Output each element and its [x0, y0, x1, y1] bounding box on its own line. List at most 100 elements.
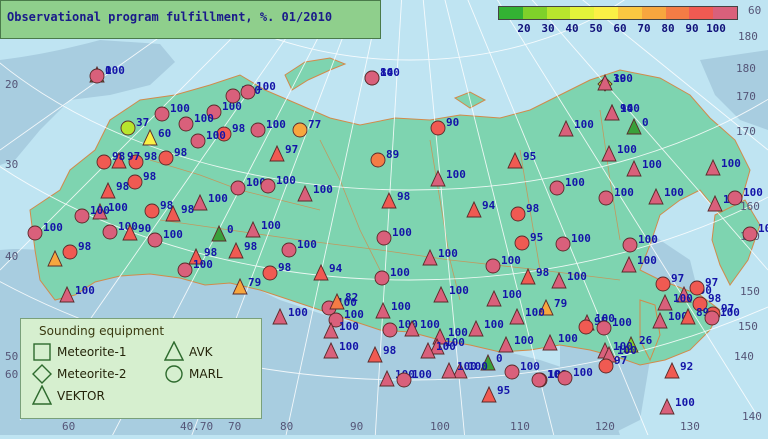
grid-label-lon4070: 40.70 [180, 420, 213, 433]
station-value-label: 100 [758, 222, 768, 235]
station-value-label: 97 [285, 143, 298, 156]
station-value-label: 100 [675, 396, 695, 409]
station-value-label: 82 [345, 291, 358, 304]
legend-item-meteorite-2: Meteorite-2 [57, 367, 127, 381]
station-value-label: 77 [308, 118, 321, 131]
station-value-label: 98 [174, 146, 187, 159]
triangle-icon [164, 341, 184, 361]
color-scale: 20 30 40 50 60 70 80 90 100 [498, 6, 738, 38]
color-scale-swatch [570, 7, 595, 19]
station-value-label: 98 [526, 202, 539, 215]
station-value-label: 95 [530, 231, 543, 244]
station-circle-marker [596, 320, 612, 336]
station-value-label: 98 [383, 344, 396, 357]
color-scale-swatch [713, 7, 737, 19]
station-value-label: 98 [232, 122, 245, 135]
color-scale-label: 50 [589, 22, 603, 35]
grid-label-lontop: 60 [748, 4, 761, 17]
station-value-label: 60 [158, 127, 171, 140]
station-value-label: 100 [105, 64, 125, 77]
legend-title: Sounding equipment [39, 324, 165, 338]
station-value-label: 100 [170, 102, 190, 115]
station-circle-marker [154, 106, 170, 122]
station-circle-marker [177, 262, 193, 278]
station-circle-marker [555, 236, 571, 252]
station-circle-marker [225, 88, 241, 104]
station-value-label: 100 [313, 183, 333, 196]
station-circle-marker [689, 280, 705, 296]
color-scale-label: 70 [637, 22, 651, 35]
station-circle-marker [96, 154, 112, 170]
grid-label-lon110: 110 [510, 420, 530, 433]
station-circle-marker [144, 203, 160, 219]
station-value-label: 100 [90, 204, 110, 217]
station-value-label: 100 [638, 233, 658, 246]
station-circle-marker [622, 237, 638, 253]
color-scale-swatch [594, 7, 618, 19]
station-value-label: 100 [614, 186, 634, 199]
station-value-label: 100 [193, 258, 213, 271]
color-scale-label: 90 [685, 22, 699, 35]
station-value-label: 97 [127, 150, 140, 163]
station-value-label: 100 [380, 66, 400, 79]
station-circle-marker [62, 244, 78, 260]
station-value-label: 100 [571, 232, 591, 245]
station-value-label: 100 [446, 168, 466, 181]
station-value-label: 100 [637, 254, 657, 267]
station-value-label: 97 [705, 276, 718, 289]
legend: Sounding equipment Meteorite-1 AVK Meteo… [20, 318, 262, 419]
station-value-label: 100 [612, 316, 632, 329]
station-value-label: 37 [136, 116, 149, 129]
grid-label-lon70: 70 [228, 420, 241, 433]
station-value-label: 100 [743, 186, 763, 199]
station-value-label: 95 [523, 150, 536, 163]
station-value-label: 100 [261, 219, 281, 232]
station-value-label: 98 [244, 240, 257, 253]
station-value-label: 100 [673, 292, 693, 305]
station-circle-marker [557, 370, 573, 386]
grid-label-lonr160: 160 [740, 200, 760, 213]
station-value-label: 100 [43, 221, 63, 234]
station-value-label: 100 [75, 284, 95, 297]
color-scale-label: 30 [541, 22, 555, 35]
station-circle-marker [578, 319, 594, 335]
station-value-label: 98 [112, 150, 125, 163]
station-value-label: 98 [143, 170, 156, 183]
color-scale-labels: 20 30 40 50 60 70 80 90 100 [512, 22, 728, 35]
station-circle-marker [382, 322, 398, 338]
station-value-label: 100 [565, 176, 585, 189]
grid-label-lon170: 170 [736, 125, 756, 138]
station-value-label: 98 [536, 266, 549, 279]
station-value-label: 100 [567, 270, 587, 283]
grid-label-lon100: 100 [430, 420, 450, 433]
legend-item-avk: AVK [189, 345, 213, 359]
station-value-label: 98 [708, 292, 721, 305]
color-scale-swatch [689, 7, 714, 19]
grid-label-lon150: 150 [740, 285, 760, 298]
station-value-label: 100 [194, 112, 214, 125]
station-value-label: 100 [574, 118, 594, 131]
station-value-label: 90 [446, 116, 459, 129]
grid-label-lon140: 140 [742, 410, 762, 423]
station-circle-marker [374, 270, 390, 286]
station-value-label: 100 [620, 102, 640, 115]
station-value-label: 98 [144, 150, 157, 163]
station-circle-marker [262, 265, 278, 281]
color-scale-label: 20 [517, 22, 531, 35]
station-circle-marker [292, 122, 308, 138]
station-value-label: 100 [436, 340, 456, 353]
square-icon [33, 343, 51, 361]
station-circle-marker [704, 310, 720, 326]
station-circle-marker [396, 372, 412, 388]
grid-label-lat60: 60 [5, 368, 18, 381]
grid-label-lat30: 30 [5, 158, 18, 171]
station-value-label: 100 [420, 318, 440, 331]
color-scale-swatch [499, 7, 523, 19]
station-value-label: 100 [208, 192, 228, 205]
station-circle-marker [178, 116, 194, 132]
station-circle-marker [281, 242, 297, 258]
grid-label-lon60: 60 [62, 420, 75, 433]
grid-label-lon180: 180 [736, 62, 756, 75]
station-circle-marker [549, 180, 565, 196]
station-value-label: 100 [288, 306, 308, 319]
